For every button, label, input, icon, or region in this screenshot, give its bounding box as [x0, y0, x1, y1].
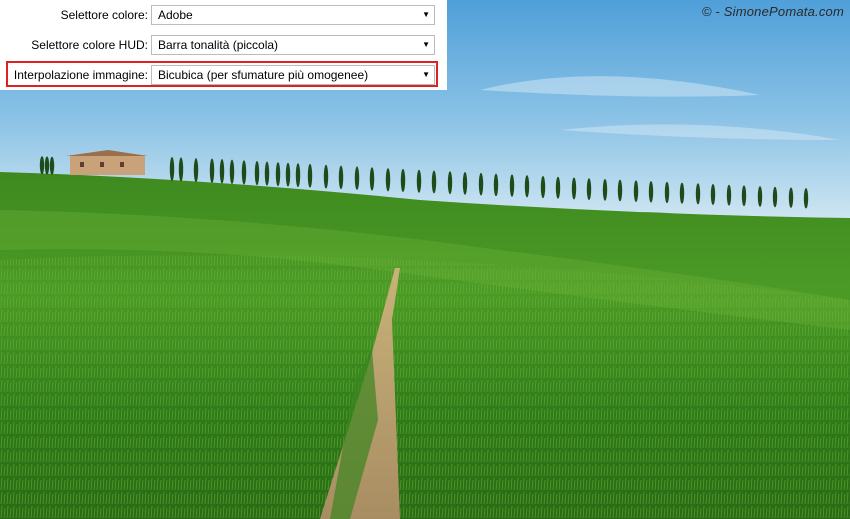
cypress-tree	[602, 178, 608, 201]
cypress-tree	[254, 160, 260, 186]
image-interpolation-select[interactable]: Bicubica (per sfumature più omogenee) ▼	[151, 65, 435, 85]
cypress-tree	[169, 156, 175, 181]
cypress-tree	[664, 181, 670, 204]
cypress-tree	[323, 164, 329, 189]
cypress-tree	[586, 178, 592, 201]
color-picker-row: Selettore colore: Adobe ▼	[0, 3, 447, 27]
cypress-tree	[193, 158, 199, 183]
cypress-tree	[338, 165, 344, 190]
cypress-tree	[369, 167, 375, 191]
hud-color-picker-value: Barra tonalità (piccola)	[158, 38, 279, 52]
cypress-tree	[178, 157, 184, 182]
hud-color-picker-select[interactable]: Barra tonalità (piccola) ▼	[151, 35, 435, 55]
cypress-tree	[617, 179, 623, 202]
cypress-tree	[679, 182, 685, 204]
cypress-tree	[229, 159, 235, 184]
cypress-tree	[307, 163, 313, 188]
cypress-tree	[44, 156, 50, 175]
cypress-tree	[695, 183, 701, 205]
cypress-tree	[447, 171, 453, 195]
cypress-tree	[741, 185, 747, 207]
cypress-tree	[462, 172, 468, 195]
image-interpolation-label: Interpolazione immagine:	[13, 68, 148, 82]
image-interpolation-row: Interpolazione immagine: Bicubica (per s…	[0, 63, 447, 87]
cypress-tree	[264, 161, 270, 186]
image-interpolation-value: Bicubica (per sfumature più omogenee)	[158, 68, 369, 82]
cypress-tree	[241, 160, 247, 185]
cypress-tree	[209, 158, 215, 183]
cypress-tree	[509, 174, 515, 197]
cypress-tree	[295, 163, 301, 188]
cypress-tree	[354, 166, 360, 190]
cypress-tree	[726, 184, 732, 206]
photo-credit: © - SimonePomata.com	[701, 4, 844, 19]
cypress-tree	[788, 187, 794, 208]
chevron-down-icon: ▼	[422, 70, 430, 79]
color-picker-select[interactable]: Adobe ▼	[151, 5, 435, 25]
hud-color-picker-row: Selettore colore HUD: Barra tonalità (pi…	[0, 33, 447, 57]
cypress-tree	[219, 159, 225, 184]
cypress-tree	[710, 183, 716, 205]
color-picker-value: Adobe	[158, 8, 193, 22]
cypress-tree	[416, 169, 422, 193]
cypress-tree	[493, 173, 499, 197]
cypress-tree	[757, 186, 763, 207]
hud-color-picker-label: Selettore colore HUD:	[31, 38, 148, 52]
color-picker-label: Selettore colore:	[60, 8, 148, 22]
cypress-tree	[285, 162, 291, 187]
cypress-tree	[478, 172, 484, 196]
chevron-down-icon: ▼	[422, 10, 430, 19]
cypress-tree	[39, 156, 45, 175]
cypress-tree	[49, 156, 55, 175]
cypress-tree	[431, 170, 437, 194]
cypress-tree	[648, 181, 654, 203]
cypress-tree	[385, 168, 391, 192]
cypress-tree	[803, 188, 809, 209]
settings-panel: Selettore colore: Adobe ▼ Selettore colo…	[0, 0, 447, 90]
cypress-tree	[400, 168, 406, 193]
chevron-down-icon: ▼	[422, 40, 430, 49]
cypress-tree	[275, 162, 281, 187]
cypress-tree	[772, 186, 778, 208]
cypress-tree	[633, 180, 639, 202]
cypress-tree	[524, 175, 530, 198]
cypress-tree	[571, 177, 577, 200]
cypress-tree	[540, 175, 546, 199]
cypress-tree	[555, 176, 561, 199]
